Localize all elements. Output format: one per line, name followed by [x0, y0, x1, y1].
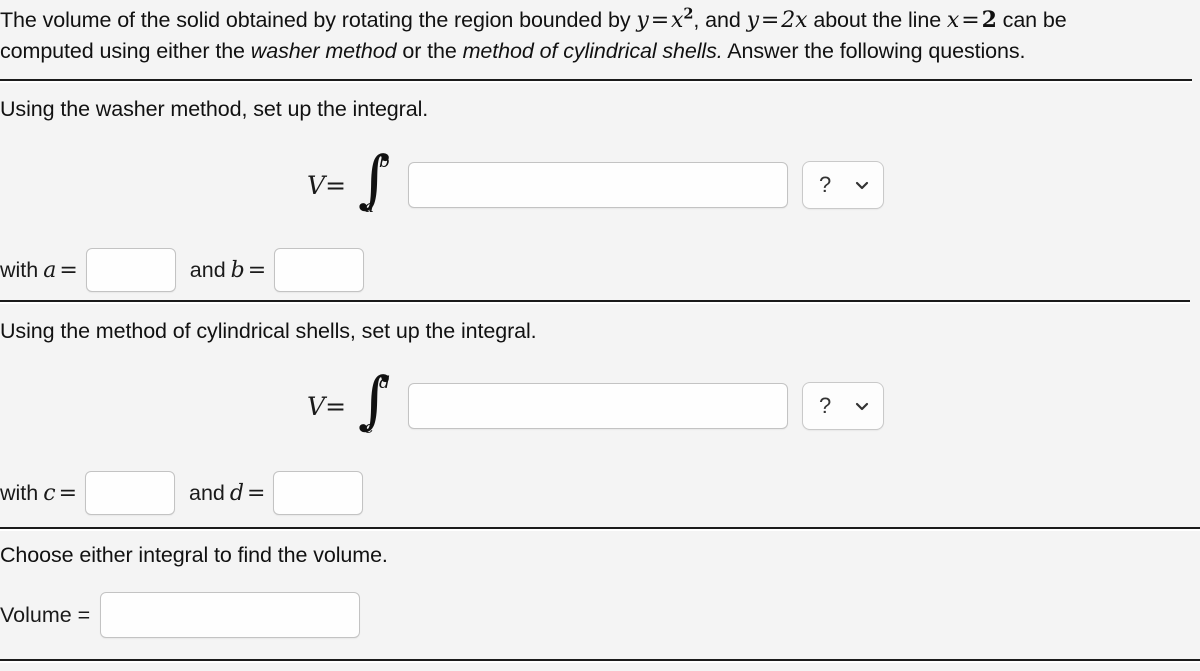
eq1-lhs: y: [636, 8, 649, 33]
shells-variable-dropdown[interactable]: ?: [802, 382, 885, 430]
washer-v-equals: V=: [307, 171, 346, 200]
eq2-rel: =: [760, 8, 780, 33]
worksheet-page: The volume of the solid obtained by rota…: [0, 0, 1200, 671]
divider-after-shells: [0, 527, 1200, 529]
washer-var-b-label: b: [230, 257, 245, 283]
divider-bottom: [0, 659, 1200, 661]
washer-upper-bound-input[interactable]: [274, 248, 365, 292]
shells-var-d-label: d: [229, 480, 244, 506]
volume-answer-row: Volume =: [0, 592, 361, 638]
washer-integral-row: V= ∫ b a ?: [307, 146, 885, 218]
washer-integrand-input[interactable]: [408, 162, 789, 208]
shells-upper-bound-input[interactable]: [273, 471, 364, 515]
eq3-lhs: x: [946, 8, 960, 33]
shells-lower-limit: c: [364, 418, 374, 438]
shells-v-label: V: [307, 391, 326, 421]
shells-and-label: and: [189, 480, 225, 505]
eq1-rel: =: [650, 8, 670, 33]
method-washer-name: washer method: [250, 39, 397, 63]
divider-after-washer: [0, 300, 1190, 302]
problem-line2-pre: computed using either the: [0, 39, 251, 63]
washer-v-label: V: [307, 170, 326, 200]
washer-with-label: with: [0, 257, 39, 282]
washer-variable-dropdown[interactable]: ?: [802, 161, 885, 209]
shells-integral-row: V= ∫ d c ?: [307, 367, 885, 439]
volume-section-heading: Choose either integral to find the volum…: [0, 543, 388, 567]
washer-var-a-equals: =: [59, 257, 78, 283]
shells-integrand-input[interactable]: [408, 383, 789, 429]
washer-and-label: and: [189, 257, 226, 282]
volume-input[interactable]: [100, 592, 361, 638]
washer-lower-limit: a: [364, 197, 375, 217]
eq3-rel: =: [961, 8, 980, 33]
washer-equals-sign: =: [325, 170, 347, 200]
eq1-rhs-base: x: [671, 8, 684, 33]
washer-dropdown-selected: ?: [819, 172, 832, 197]
problem-statement: The volume of the solid obtained by rota…: [0, 5, 1196, 66]
shells-v-equals: V=: [307, 392, 346, 421]
washer-bounds-row: with a = and b =: [0, 248, 365, 292]
eq2-lhs: y: [746, 8, 759, 33]
shells-dropdown-selected: ?: [819, 393, 832, 418]
problem-line2-post: Answer the following questions.: [722, 39, 1026, 63]
washer-lower-bound-input[interactable]: [85, 248, 176, 292]
shells-with-label: with: [0, 480, 39, 505]
washer-var-a-label: a: [43, 257, 57, 283]
volume-label: Volume =: [0, 602, 91, 627]
problem-line1-mid2: about the line: [807, 8, 947, 32]
chevron-down-icon: [855, 399, 869, 413]
eq1-rhs-exponent: 2: [683, 5, 694, 23]
equation-x-equals-2: x=2: [946, 7, 997, 33]
shells-integral-symbol: ∫ d c: [352, 367, 400, 439]
problem-line1-pre: The volume of the solid obtained by rota…: [0, 8, 637, 32]
shells-section-heading: Using the method of cylindrical shells, …: [0, 319, 537, 343]
equation-y-equals-x-squared: y=x2: [636, 5, 694, 33]
eq3-rhs: 2: [981, 7, 997, 33]
problem-line1-mid: , and: [693, 8, 747, 32]
shells-upper-limit: d: [379, 373, 390, 393]
eq2-rhs: 2x: [781, 8, 808, 33]
washer-integral-symbol: ∫ b a: [352, 146, 400, 218]
washer-upper-limit: b: [379, 152, 390, 172]
chevron-down-icon: [855, 178, 869, 192]
problem-line2: computed using either the washer method …: [0, 36, 1196, 66]
problem-line1-post: can be: [996, 8, 1067, 32]
shells-equals-sign: =: [325, 391, 347, 421]
equation-y-equals-2x: y=2x: [747, 8, 808, 33]
washer-var-b-equals: =: [247, 257, 267, 283]
washer-section-heading: Using the washer method, set up the inte…: [0, 97, 429, 121]
shells-var-c-label: c: [43, 480, 56, 506]
shells-var-c-equals: =: [58, 480, 77, 506]
problem-line2-mid: or the: [396, 39, 463, 63]
shells-bounds-row: with c = and d =: [0, 471, 364, 515]
shells-var-d-equals: =: [246, 480, 266, 506]
divider-after-problem: [0, 79, 1192, 81]
shells-lower-bound-input[interactable]: [85, 471, 175, 515]
method-shells-name: method of cylindrical shells.: [462, 39, 723, 63]
